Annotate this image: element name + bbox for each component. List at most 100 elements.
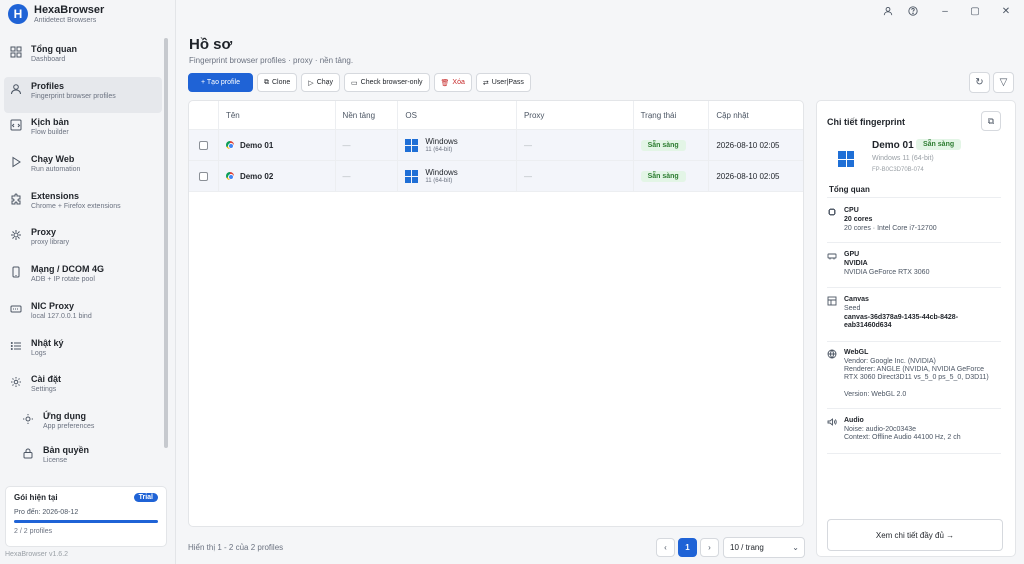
sidebar-item-nic-proxy[interactable]: NIC Proxy local 127.0.0.1 bind xyxy=(4,297,162,334)
refresh-button[interactable]: ↻ xyxy=(969,72,990,93)
sidebar-item-desc: Run automation xyxy=(31,166,81,174)
status-badge: Sẵn sàng xyxy=(640,170,686,182)
detail-title: Chi tiết fingerprint xyxy=(827,117,905,127)
gpu-value: NVIDIA xyxy=(844,260,868,267)
audio-label: Audio xyxy=(844,417,864,424)
sidebar-subitem-license[interactable]: Bản quyền License xyxy=(4,441,162,475)
proxy-value: — xyxy=(523,140,532,150)
row-checkbox[interactable] xyxy=(199,171,208,181)
userpass-button[interactable]: ⇄ User|Pass xyxy=(475,73,531,92)
canvas-icon xyxy=(827,296,837,306)
sidebar-item-network[interactable]: Mạng / DCOM 4G ADB + IP rotate pool xyxy=(4,260,162,297)
detail-status-badge: Sẵn sàng xyxy=(916,139,962,150)
close-button[interactable]: ✕ xyxy=(999,6,1013,17)
check-browser-button[interactable]: ▭ Check browser-only xyxy=(344,73,430,92)
webgl-vendor: Vendor: Google Inc. (NVIDIA) xyxy=(844,358,936,365)
sidebar-scrollbar[interactable] xyxy=(164,38,168,448)
view-full-details-button[interactable]: Xem chi tiết đầy đủ → xyxy=(827,519,1003,551)
header-updated[interactable]: Cập nhật xyxy=(709,101,803,129)
brand-subtitle: Antidetect Browsers xyxy=(34,17,97,24)
sidebar-item-desc: proxy library xyxy=(31,239,70,247)
canvas-label: Canvas xyxy=(844,296,869,303)
header-name[interactable]: Tên xyxy=(219,101,336,129)
help-button[interactable] xyxy=(906,6,920,19)
maximize-button[interactable]: ▢ xyxy=(968,6,982,17)
proxy-value: — xyxy=(523,171,532,181)
minimize-button[interactable]: – xyxy=(938,6,952,17)
check-label: Check browser-only xyxy=(360,79,423,86)
table-row[interactable]: Demo 01 — Windows 11 (64-bit) — Sẵn sàng … xyxy=(189,130,803,161)
sidebar-item-settings[interactable]: Cài đặt Settings xyxy=(4,370,162,407)
sidebar-item-proxy[interactable]: Proxy proxy library xyxy=(4,223,162,260)
pagination-info: Hiển thị 1 - 2 của 2 profiles xyxy=(188,543,284,552)
sidebar: H HexaBrowser Antidetect Browsers Tổng q… xyxy=(0,0,176,564)
gear-icon xyxy=(11,377,21,388)
sidebar-item-desc: App preferences xyxy=(43,422,95,430)
platform-cell: — xyxy=(336,130,399,160)
detail-os: Windows 11 (64-bit) xyxy=(872,155,934,162)
sidebar-subitem-app[interactable]: Ứng dụng App preferences xyxy=(4,407,162,441)
windows-icon xyxy=(838,151,854,167)
table-row[interactable]: Demo 02 — Windows 11 (64-bit) — Sẵn sàng … xyxy=(189,161,803,192)
profile-name: Demo 02 xyxy=(239,171,274,181)
updated-value: 2026-08-10 02:05 xyxy=(716,171,780,181)
sidebar-nav: Tổng quan Dashboard Profiles Fingerprint b… xyxy=(4,40,162,475)
delete-button[interactable]: 🗑 Xóa xyxy=(433,73,472,92)
header-os[interactable]: OS xyxy=(398,101,517,129)
audio-context: Context: Offline Audio 44100 Hz, 2 ch xyxy=(844,434,961,441)
sidebar-item-profiles[interactable]: Profiles Fingerprint browser profiles xyxy=(4,76,162,114)
sidebar-item-desc: Settings xyxy=(31,386,57,394)
header-platform[interactable]: Nền tảng xyxy=(336,101,399,129)
cpu-label: CPU xyxy=(844,207,859,214)
cpu-detail: 20 cores · Intel Core i7-12700 xyxy=(844,225,937,232)
sidebar-item-label: Ứng dụng xyxy=(43,410,86,421)
run-button[interactable]: ▷ Chạy xyxy=(301,73,341,92)
prev-page-button[interactable]: ‹ xyxy=(656,538,675,557)
app-version: HexaBrowser v1.6.2 xyxy=(5,551,69,558)
cpu-value: 20 cores xyxy=(844,216,873,223)
sidebar-item-scripts[interactable]: Kịch bản Flow builder xyxy=(4,113,162,150)
clone-button[interactable]: ⧉ Clone xyxy=(257,73,298,92)
plan-expiry: Pro đến: 2026-08-12 xyxy=(14,509,79,516)
sidebar-item-label: Cài đặt xyxy=(31,374,62,385)
proxy-icon xyxy=(11,230,21,241)
per-page-value: 10 / trang xyxy=(730,543,764,552)
next-page-button[interactable]: › xyxy=(700,538,719,557)
platform-value: — xyxy=(342,140,351,150)
copy-button[interactable]: ⧉ xyxy=(981,111,1001,131)
platform-value: — xyxy=(342,171,351,181)
account-button[interactable] xyxy=(881,6,895,19)
page-1-button[interactable]: 1 xyxy=(678,538,697,557)
divider xyxy=(827,341,1001,342)
refresh-icon: ↻ xyxy=(975,77,984,88)
lock-icon xyxy=(23,448,33,459)
row-select-cell xyxy=(189,130,219,160)
canvas-seed-value: canvas-36d378a9-1435-44cb-8428-eab31460d… xyxy=(844,314,959,329)
sidebar-item-desc: License xyxy=(43,456,68,464)
cpu-icon xyxy=(828,208,836,216)
platform-cell: — xyxy=(336,161,399,191)
sidebar-item-dashboard[interactable]: Tổng quan Dashboard xyxy=(4,40,162,77)
proxy-cell: — xyxy=(517,161,634,191)
sidebar-item-label: Proxy xyxy=(31,227,57,238)
table-header: Tên Nền tảng OS Proxy Trạng thái Cập nhậ… xyxy=(189,101,803,130)
sidebar-item-run-web[interactable]: Chạy Web Run automation xyxy=(4,150,162,187)
per-page-select[interactable]: 10 / trang ⌄ xyxy=(723,537,805,558)
sidebar-item-logs[interactable]: Nhật ký Logs xyxy=(4,334,162,371)
detail-gpu: GPU NVIDIA NVIDIA GeForce RTX 3060 xyxy=(827,251,1003,287)
sidebar-item-desc: Logs xyxy=(31,349,47,357)
sidebar-item-label: Nhật ký xyxy=(31,337,64,348)
gpu-label: GPU xyxy=(844,251,860,258)
canvas-seed-label: Seed xyxy=(844,305,861,312)
create-profile-button[interactable]: + Tạo profile xyxy=(188,73,253,92)
header-status[interactable]: Trạng thái xyxy=(634,101,710,129)
plan-usage-bar xyxy=(14,520,158,523)
header-proxy[interactable]: Proxy xyxy=(517,101,634,129)
row-checkbox[interactable] xyxy=(199,140,208,150)
detail-webgl: WebGL Vendor: Google Inc. (NVIDIA) Rende… xyxy=(827,349,1003,409)
filter-button[interactable]: ▽ xyxy=(993,72,1014,93)
sidebar-item-extensions[interactable]: Extensions Chrome + Firefox extensions xyxy=(4,187,162,224)
run-label: Chạy xyxy=(316,79,334,86)
sidebar-item-desc: local 127.0.0.1 bind xyxy=(31,312,92,320)
sidebar-item-label: Tổng quan xyxy=(31,44,77,54)
